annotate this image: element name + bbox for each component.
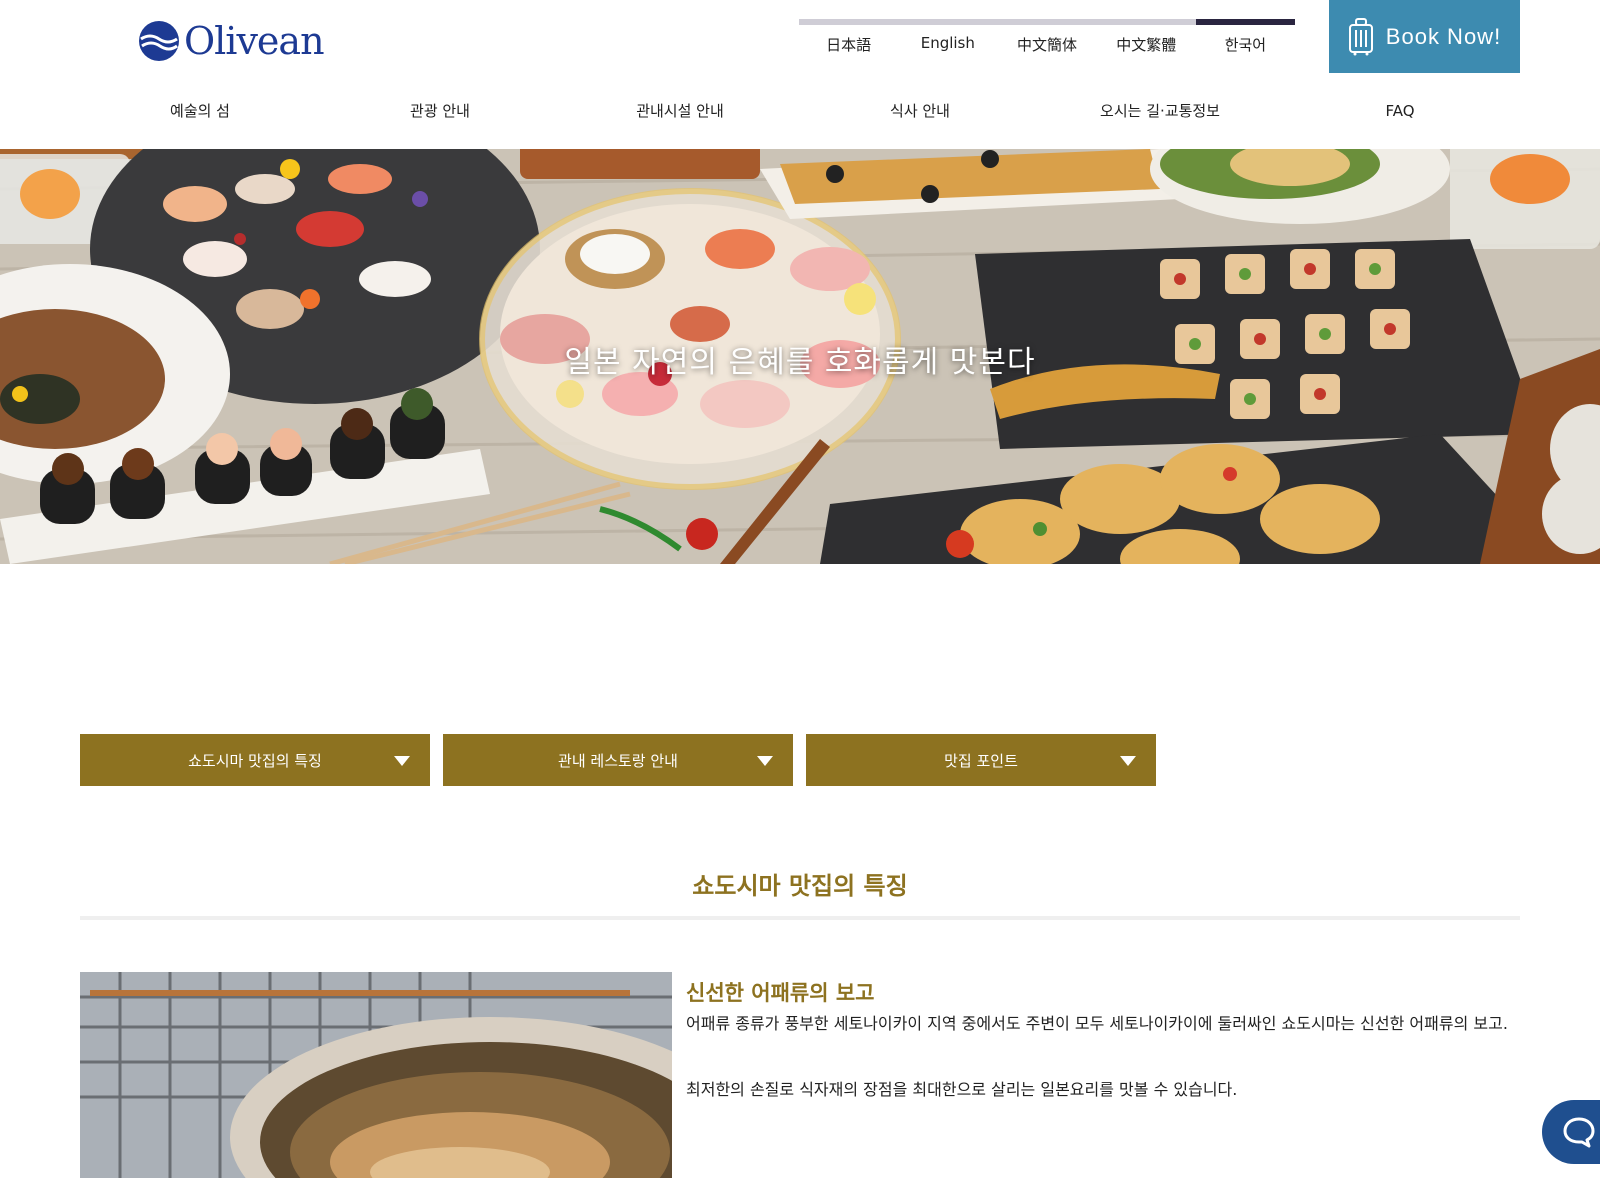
chevron-down-icon bbox=[1120, 756, 1136, 766]
chat-bubble-icon bbox=[1563, 1117, 1595, 1148]
chevron-down-icon bbox=[757, 756, 773, 766]
feature-paragraph: 어패류 종류가 풍부한 세토나이카이 지역 중에서도 주변이 모두 세토나이카이… bbox=[686, 1014, 1508, 1033]
abalone-image bbox=[80, 972, 672, 1178]
book-now-label: Book Now! bbox=[1385, 23, 1502, 49]
logo-mark-icon bbox=[139, 21, 179, 61]
lang-english[interactable]: English bbox=[898, 19, 998, 55]
main-nav: 예술의 섬 관광 안내 관내시설 안내 식사 안내 오시는 길·교통정보 FAQ bbox=[80, 96, 1520, 126]
lang-japanese[interactable]: 日本語 bbox=[799, 19, 899, 55]
tab-points[interactable]: 맛집 포인트 bbox=[806, 734, 1156, 786]
feature-text: 어패류 종류가 풍부한 세토나이카이 지역 중에서도 주변이 모두 세토나이카이… bbox=[686, 1010, 1516, 1142]
tab-restaurants[interactable]: 관내 레스토랑 안내 bbox=[443, 734, 793, 786]
language-switcher: 日本語 English 中文簡体 中文繁體 한국어 bbox=[799, 19, 1296, 55]
section-tabs: 쇼도시마 맛집의 특징 관내 레스토랑 안내 맛집 포인트 bbox=[80, 734, 1156, 786]
feature-paragraph: 최저한의 손질로 식자재의 장점을 최대한으로 살리는 일본요리를 맛볼 수 있… bbox=[686, 1080, 1238, 1099]
lang-korean[interactable]: 한국어 bbox=[1195, 19, 1296, 55]
site-header: Olivean 日本語 English 中文簡体 中文繁體 한국어 Book N… bbox=[0, 0, 1600, 149]
lang-chinese-simplified[interactable]: 中文簡体 bbox=[997, 19, 1097, 55]
nav-item-facilities[interactable]: 관내시설 안내 bbox=[560, 96, 800, 126]
tab-label: 관내 레스토랑 안내 bbox=[558, 751, 678, 770]
logo-text: Olivean bbox=[184, 19, 325, 63]
nav-item-faq[interactable]: FAQ bbox=[1280, 96, 1520, 126]
chat-button[interactable] bbox=[1542, 1100, 1600, 1164]
hero-banner: 일본 자연의 은혜를 호화롭게 맛본다 bbox=[0, 149, 1600, 564]
logo[interactable]: Olivean bbox=[138, 18, 325, 64]
section-title: 쇼도시마 맛집의 특징 bbox=[692, 872, 908, 900]
tab-label: 쇼도시마 맛집의 특징 bbox=[188, 751, 322, 770]
feature-heading: 신선한 어패류의 보고 bbox=[686, 981, 875, 1005]
lang-chinese-traditional[interactable]: 中文繁體 bbox=[1096, 19, 1196, 55]
suitcase-icon bbox=[1348, 17, 1373, 55]
tab-features[interactable]: 쇼도시마 맛집의 특징 bbox=[80, 734, 430, 786]
nav-item-art-island[interactable]: 예술의 섬 bbox=[80, 96, 320, 126]
hero-caption: 일본 자연의 은혜를 호화롭게 맛본다 bbox=[564, 345, 1036, 380]
nav-item-access[interactable]: 오시는 길·교통정보 bbox=[1040, 96, 1280, 126]
chevron-down-icon bbox=[394, 756, 410, 766]
section-divider bbox=[80, 916, 1520, 920]
nav-item-dining[interactable]: 식사 안내 bbox=[800, 96, 1040, 126]
nav-item-sightseeing[interactable]: 관광 안내 bbox=[320, 96, 560, 126]
tab-label: 맛집 포인트 bbox=[944, 751, 1018, 770]
book-now-button[interactable]: Book Now! bbox=[1329, 0, 1520, 73]
